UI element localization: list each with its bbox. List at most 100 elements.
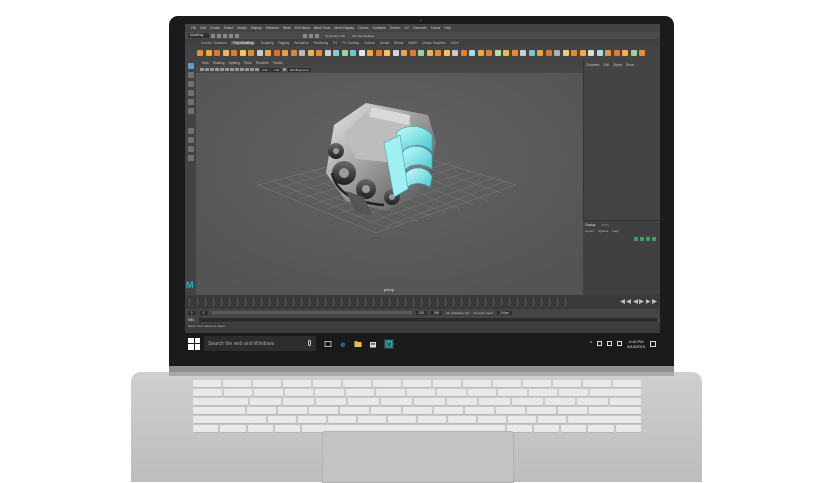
shelf-tool-icon[interactable] <box>384 50 390 56</box>
shelf-tool-icon[interactable] <box>350 50 356 56</box>
viewport-menu-show[interactable]: Show <box>244 61 252 65</box>
shelf-tool-icon[interactable] <box>435 50 441 56</box>
shelf-tab-arnold[interactable]: Arnold <box>380 41 389 45</box>
shelf-tab-sculpting[interactable]: Sculpting <box>260 41 273 45</box>
maya-taskbar-icon[interactable]: M <box>384 338 394 349</box>
range-total-end[interactable]: 200 <box>430 310 443 315</box>
bookmark-icon[interactable] <box>205 67 209 72</box>
new-layer-selected-icon[interactable] <box>640 237 644 241</box>
menu-file[interactable]: File <box>191 26 196 30</box>
shelf-tool-icon[interactable] <box>443 50 450 56</box>
shelf-tool-icon[interactable] <box>605 50 611 56</box>
new-scene-icon[interactable] <box>211 33 216 38</box>
tab-anim[interactable]: Anim <box>601 223 608 227</box>
wifi-icon[interactable] <box>607 341 613 346</box>
tray-chevron-icon[interactable]: ^ <box>590 341 592 347</box>
shelf-tool-icon[interactable] <box>358 50 365 56</box>
command-input[interactable] <box>198 317 657 322</box>
grid-icon[interactable] <box>215 67 219 72</box>
file-explorer-icon[interactable] <box>354 340 362 348</box>
range-end-field[interactable]: 120 <box>415 310 427 315</box>
shelf-tool-icon[interactable] <box>545 50 552 56</box>
shelf-tool-icon[interactable] <box>622 50 628 56</box>
layer-menu-options[interactable]: Options <box>598 229 608 233</box>
shelf-tool-icon[interactable] <box>639 50 645 56</box>
shelf-tab-poly-modeling[interactable]: Poly Modeling <box>231 40 256 45</box>
smooth-shade-icon[interactable] <box>230 67 234 72</box>
menu-cache[interactable]: Cache <box>431 26 441 30</box>
taskbar-search[interactable]: Search the web and Windows <box>204 336 316 351</box>
shelf-tool-icon[interactable] <box>494 50 501 56</box>
perspective-viewport[interactable]: persp <box>196 73 583 295</box>
shelf-tool-icon[interactable] <box>401 50 407 56</box>
shelf-tool-icon[interactable] <box>426 50 433 56</box>
shelf-tool-icon[interactable] <box>316 50 322 56</box>
shelf-tool-icon[interactable] <box>299 50 305 56</box>
shelf-tool-icon[interactable] <box>333 50 339 56</box>
shelf-tool-icon[interactable] <box>571 50 577 56</box>
shelf-tool-icon[interactable] <box>528 50 535 56</box>
ao-icon[interactable] <box>250 67 254 72</box>
go-start-icon[interactable] <box>620 299 625 304</box>
menu-edit-mesh[interactable]: Edit Mesh <box>295 26 310 30</box>
shelf-tool-icon[interactable] <box>588 50 594 56</box>
shelf-tool-icon[interactable] <box>256 50 263 56</box>
shelf-tool-icon[interactable] <box>460 50 467 56</box>
character-set[interactable]: No Character Set <box>446 311 469 315</box>
live-surface[interactable]: No Live Surface <box>353 34 374 38</box>
shelf-tool-icon[interactable] <box>231 50 237 56</box>
camera-icon[interactable] <box>200 67 204 72</box>
shelf-tool-icon[interactable] <box>248 50 254 56</box>
channel-box-menu-show[interactable]: Show <box>626 63 634 67</box>
store-icon[interactable] <box>369 340 377 348</box>
shelf-tool-icon[interactable] <box>222 50 229 56</box>
channel-box-menu-edit[interactable]: Edit <box>603 63 609 67</box>
rotate-tool-icon[interactable] <box>187 99 194 105</box>
range-bar[interactable] <box>211 311 412 314</box>
shelf-tab-rigging[interactable]: Rigging <box>279 41 290 45</box>
wireframe-icon[interactable] <box>225 67 229 72</box>
symmetry-setting[interactable]: Symmetry: Off <box>325 34 344 38</box>
menu-modify[interactable]: Modify <box>237 26 247 30</box>
shelf-tool-icon[interactable] <box>392 50 399 56</box>
select-tool-icon[interactable] <box>187 63 194 69</box>
layout-four-icon[interactable] <box>187 137 194 143</box>
near-clip-field[interactable]: 0.00 <box>260 67 270 72</box>
shelf-tool-icon[interactable] <box>511 50 518 56</box>
snap-grid-icon[interactable] <box>303 33 308 38</box>
shelf-tool-icon[interactable] <box>554 50 560 56</box>
menu-uv[interactable]: UV <box>404 26 409 30</box>
shadows-icon[interactable] <box>245 67 249 72</box>
shelf-tool-icon[interactable] <box>537 50 543 56</box>
layer-up-icon[interactable] <box>646 237 650 241</box>
save-scene-icon[interactable] <box>223 33 228 38</box>
menu-mesh[interactable]: Mesh <box>283 26 291 30</box>
shelf-tool-icon[interactable] <box>205 50 212 56</box>
snap-point-icon[interactable] <box>315 33 320 38</box>
shelf-tab-curves-surfaces[interactable]: Curves / Surfaces <box>201 41 226 45</box>
shelf-tool-icon[interactable] <box>273 50 280 56</box>
shelf-tool-icon[interactable] <box>520 50 526 56</box>
tab-display[interactable]: Display <box>585 223 595 227</box>
shelf-tool-icon[interactable] <box>579 50 586 56</box>
step-back-icon[interactable] <box>626 299 631 304</box>
lasso-tool-icon[interactable] <box>187 72 194 78</box>
menu-mesh-tools[interactable]: Mesh Tools <box>314 26 331 30</box>
xray-icon[interactable] <box>255 67 259 72</box>
shelf-tool-icon[interactable] <box>265 50 271 56</box>
shelf-tab-custom[interactable]: Custom <box>364 41 375 45</box>
shelf-tool-icon[interactable] <box>452 50 458 56</box>
shelf-tool-icon[interactable] <box>409 50 416 56</box>
viewport-menu-view[interactable]: View <box>202 61 209 65</box>
menu-mesh-display[interactable]: Mesh Display <box>334 26 354 30</box>
viewport-menu-lighting[interactable]: Lighting <box>229 61 240 65</box>
scale-tool-icon[interactable] <box>187 108 194 114</box>
shelf-tool-icon[interactable] <box>503 50 509 56</box>
film-gate-icon[interactable] <box>220 67 224 72</box>
range-start[interactable]: 1 <box>188 310 196 315</box>
layout-single-icon[interactable] <box>187 128 194 134</box>
shelf-tab-fx[interactable]: FX <box>333 41 337 45</box>
shelf-tab-xgen[interactable]: XGen <box>451 41 459 45</box>
menu-edit[interactable]: Edit <box>200 26 206 30</box>
textured-icon[interactable] <box>235 67 239 72</box>
